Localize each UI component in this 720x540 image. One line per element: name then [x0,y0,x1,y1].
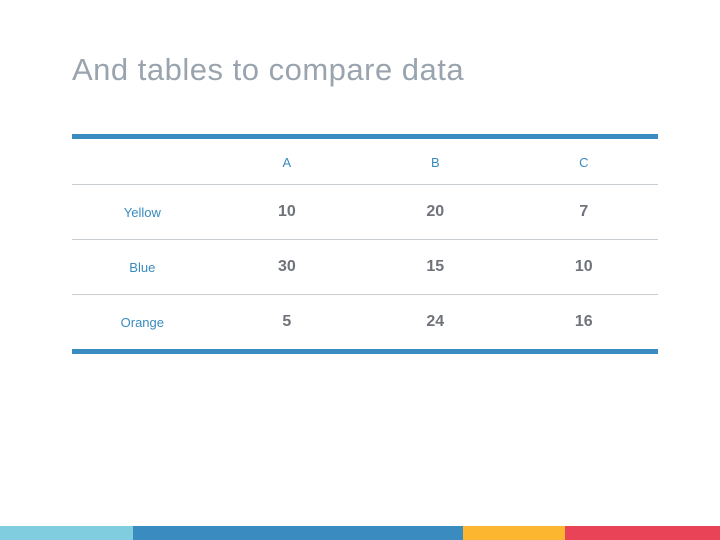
slide-title: And tables to compare data [72,52,464,88]
data-table-container: A B C Yellow 10 20 7 Blue 30 15 10 Orang… [72,134,658,354]
footer-bar-red [565,526,720,540]
cell-value: 30 [213,240,361,295]
footer-bar-cyan [0,526,133,540]
row-label: Orange [72,295,213,350]
col-header-b: B [361,139,509,185]
footer-accent-bars [0,526,720,540]
cell-value: 10 [510,240,658,295]
cell-value: 24 [361,295,509,350]
table-row: Yellow 10 20 7 [72,185,658,240]
row-label: Yellow [72,185,213,240]
cell-value: 7 [510,185,658,240]
cell-value: 16 [510,295,658,350]
cell-value: 10 [213,185,361,240]
cell-value: 5 [213,295,361,350]
table-header-row: A B C [72,139,658,185]
col-header-c: C [510,139,658,185]
table-row: Blue 30 15 10 [72,240,658,295]
footer-bar-blue [133,526,463,540]
data-table: A B C Yellow 10 20 7 Blue 30 15 10 Orang… [72,139,658,349]
header-spacer [72,139,213,185]
table-bottom-border [72,349,658,354]
col-header-a: A [213,139,361,185]
cell-value: 20 [361,185,509,240]
row-label: Blue [72,240,213,295]
table-row: Orange 5 24 16 [72,295,658,350]
cell-value: 15 [361,240,509,295]
footer-bar-yellow [463,526,565,540]
